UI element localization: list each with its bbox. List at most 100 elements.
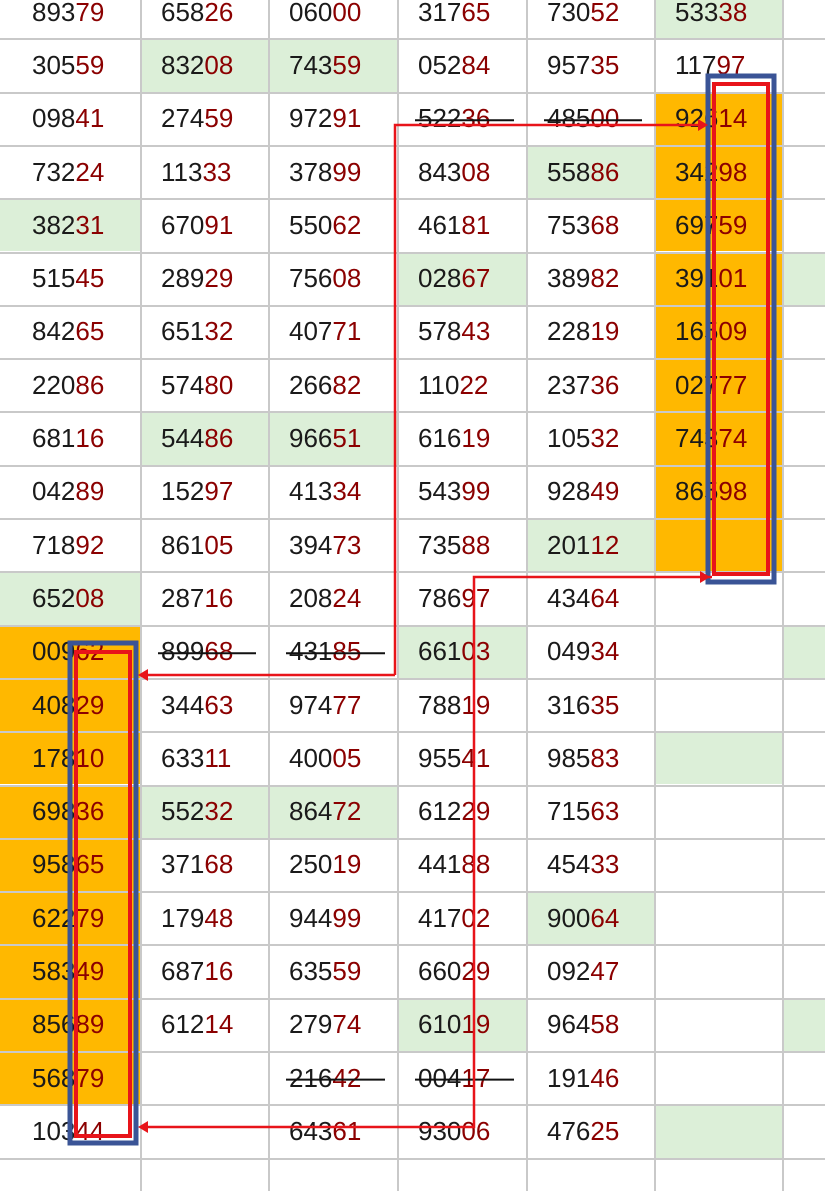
grid-cell[interactable]: 098 41 bbox=[0, 92, 140, 145]
grid-cell[interactable]: 552 32 bbox=[140, 784, 268, 838]
grid-cell[interactable] bbox=[782, 411, 825, 464]
grid-cell[interactable]: 391 01 bbox=[654, 251, 782, 305]
grid-cell[interactable]: 434 64 bbox=[526, 571, 654, 624]
grid-cell[interactable]: 476 25 bbox=[526, 1104, 654, 1157]
grid-cell[interactable] bbox=[654, 518, 782, 572]
grid-cell[interactable]: 407 71 bbox=[268, 305, 397, 358]
grid-cell[interactable] bbox=[782, 785, 825, 838]
grid-cell[interactable]: 743 59 bbox=[268, 38, 397, 92]
grid-cell[interactable]: 316 35 bbox=[526, 678, 654, 731]
grid-cell[interactable]: 622 79 bbox=[0, 891, 140, 945]
grid-cell[interactable]: 966 51 bbox=[268, 411, 397, 465]
grid-cell[interactable]: 843 08 bbox=[397, 145, 526, 198]
grid-cell[interactable]: 441 88 bbox=[397, 838, 526, 891]
grid-cell[interactable] bbox=[782, 997, 825, 1051]
grid-cell[interactable]: 698 36 bbox=[0, 784, 140, 838]
grid-cell[interactable]: 237 36 bbox=[526, 358, 654, 411]
grid-cell[interactable] bbox=[782, 571, 825, 624]
grid-cell[interactable]: 985 83 bbox=[526, 731, 654, 784]
grid-cell[interactable]: 944 99 bbox=[268, 891, 397, 944]
grid-cell[interactable]: 287 16 bbox=[140, 571, 268, 624]
grid-cell[interactable]: 732 24 bbox=[0, 145, 140, 198]
grid-cell[interactable]: 958 65 bbox=[0, 837, 140, 892]
grid-cell[interactable]: 861 05 bbox=[140, 518, 268, 571]
grid-cell[interactable]: 110 22 bbox=[397, 358, 526, 411]
grid-cell[interactable] bbox=[782, 465, 825, 518]
grid-cell[interactable] bbox=[782, 198, 825, 251]
grid-cell[interactable]: 117 97 bbox=[654, 38, 782, 91]
grid-cell[interactable]: 417 02 bbox=[397, 891, 526, 944]
grid-cell[interactable]: 832 08 bbox=[140, 38, 268, 92]
grid-cell[interactable] bbox=[654, 891, 782, 944]
grid-cell[interactable] bbox=[654, 625, 782, 678]
grid-cell[interactable]: 408 29 bbox=[0, 677, 140, 732]
grid-cell[interactable]: 042 89 bbox=[0, 465, 140, 518]
grid-cell[interactable]: 926 14 bbox=[654, 91, 782, 145]
grid-cell[interactable] bbox=[782, 518, 825, 571]
grid-cell[interactable]: 317 65 bbox=[397, 0, 526, 38]
grid-cell[interactable]: 103 44 bbox=[0, 1104, 140, 1157]
grid-cell[interactable]: 266 82 bbox=[268, 358, 397, 411]
grid-cell[interactable] bbox=[782, 1104, 825, 1157]
grid-cell[interactable]: 612 14 bbox=[140, 998, 268, 1051]
grid-cell[interactable]: 344 63 bbox=[140, 678, 268, 731]
grid-cell[interactable]: 105 32 bbox=[526, 411, 654, 464]
grid-cell[interactable]: 658 26 bbox=[140, 0, 268, 38]
grid-cell[interactable]: 974 77 bbox=[268, 678, 397, 731]
grid-cell[interactable]: 052 84 bbox=[397, 38, 526, 91]
grid-cell[interactable]: 718 92 bbox=[0, 518, 140, 571]
grid-cell[interactable] bbox=[782, 145, 825, 198]
grid-cell[interactable]: 633 11 bbox=[140, 731, 268, 784]
grid-cell[interactable]: 165 09 bbox=[654, 304, 782, 359]
grid-cell[interactable]: 756 08 bbox=[268, 252, 397, 305]
grid-cell[interactable]: 661 03 bbox=[397, 624, 526, 678]
grid-cell[interactable] bbox=[654, 1051, 782, 1104]
grid-cell[interactable]: 004 17 bbox=[397, 1051, 526, 1104]
grid-cell[interactable]: 060 00 bbox=[268, 0, 397, 38]
grid-cell[interactable] bbox=[782, 38, 825, 91]
grid-cell[interactable]: 028 67 bbox=[397, 251, 526, 305]
grid-cell[interactable]: 930 06 bbox=[397, 1104, 526, 1157]
grid-cell[interactable] bbox=[782, 891, 825, 944]
grid-cell[interactable]: 522 36 bbox=[397, 92, 526, 145]
grid-cell[interactable]: 027 77 bbox=[654, 358, 782, 412]
grid-cell[interactable]: 900 64 bbox=[526, 891, 654, 945]
grid-cell[interactable]: 715 63 bbox=[526, 785, 654, 838]
grid-cell[interactable]: 485 00 bbox=[526, 92, 654, 145]
grid-cell[interactable]: 753 68 bbox=[526, 198, 654, 251]
grid-cell[interactable]: 786 97 bbox=[397, 571, 526, 624]
grid-cell[interactable]: 743 74 bbox=[654, 411, 782, 465]
grid-cell[interactable]: 583 49 bbox=[0, 944, 140, 998]
grid-cell[interactable]: 279 74 bbox=[268, 998, 397, 1051]
grid-cell[interactable]: 544 86 bbox=[140, 411, 268, 465]
grid-cell[interactable]: 643 61 bbox=[268, 1104, 397, 1157]
grid-cell[interactable]: 515 45 bbox=[0, 252, 140, 305]
grid-cell[interactable]: 382 31 bbox=[0, 198, 140, 252]
grid-cell[interactable]: 651 32 bbox=[140, 305, 268, 358]
grid-cell[interactable]: 616 19 bbox=[397, 411, 526, 464]
grid-cell[interactable]: 681 16 bbox=[0, 411, 140, 464]
grid-cell[interactable]: 400 05 bbox=[268, 731, 397, 784]
grid-cell[interactable]: 697 59 bbox=[654, 198, 782, 252]
grid-cell[interactable] bbox=[654, 678, 782, 731]
grid-cell[interactable]: 550 62 bbox=[268, 198, 397, 251]
grid-cell[interactable]: 610 19 bbox=[397, 997, 526, 1051]
grid-cell[interactable]: 660 29 bbox=[397, 944, 526, 997]
grid-cell[interactable]: 558 86 bbox=[526, 144, 654, 199]
grid-cell[interactable] bbox=[782, 838, 825, 891]
grid-cell[interactable]: 578 43 bbox=[397, 305, 526, 358]
grid-cell[interactable] bbox=[782, 1051, 825, 1104]
grid-cell[interactable]: 864 72 bbox=[268, 784, 397, 838]
grid-cell[interactable] bbox=[654, 1104, 782, 1158]
grid-cell[interactable]: 228 19 bbox=[526, 305, 654, 358]
grid-cell[interactable]: 378 99 bbox=[268, 145, 397, 198]
grid-cell[interactable] bbox=[654, 785, 782, 838]
grid-cell[interactable]: 289 29 bbox=[140, 252, 268, 305]
grid-cell[interactable]: 454 33 bbox=[526, 838, 654, 891]
grid-cell[interactable] bbox=[654, 731, 782, 785]
grid-cell[interactable]: 461 81 bbox=[397, 198, 526, 251]
grid-cell[interactable]: 216 42 bbox=[268, 1051, 397, 1104]
grid-cell[interactable]: 342 98 bbox=[654, 144, 782, 199]
grid-cell[interactable]: 092 47 bbox=[526, 944, 654, 997]
grid-cell[interactable]: 612 29 bbox=[397, 785, 526, 838]
